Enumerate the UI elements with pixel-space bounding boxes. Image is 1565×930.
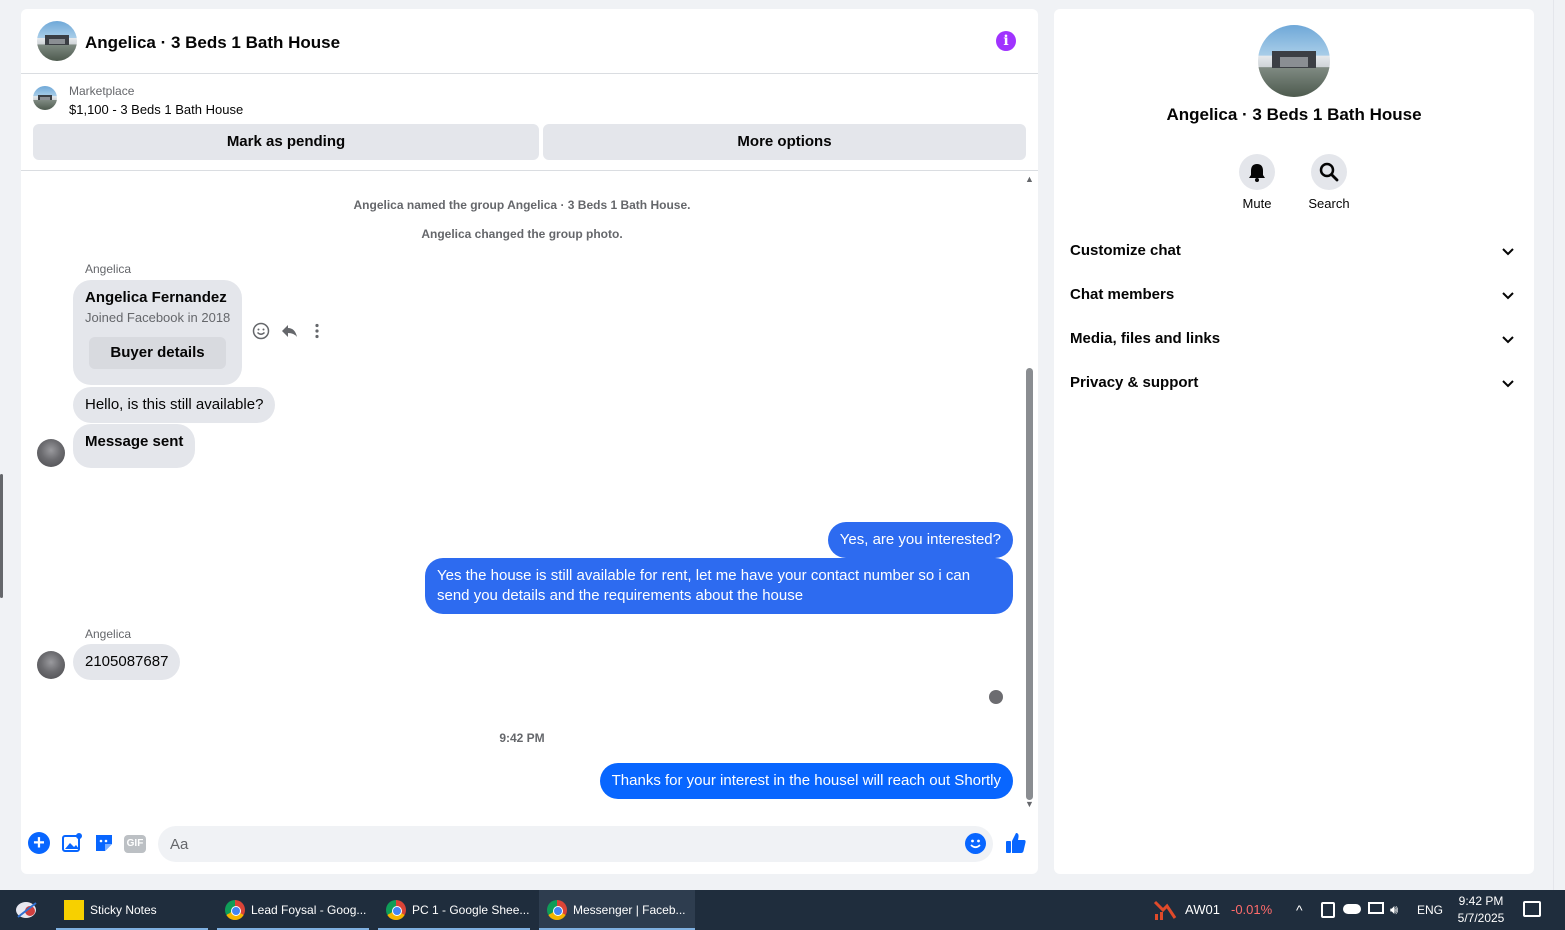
message-composer: + GIF <box>21 821 1038 874</box>
section-label: Media, files and links <box>1070 330 1221 347</box>
section-chat-members[interactable]: Chat members <box>1070 273 1518 317</box>
chevron-down-icon <box>1498 241 1518 261</box>
taskbar-label: PC 1 - Google Shee... <box>412 903 530 917</box>
taskbar-chrome-pc1[interactable]: PC 1 - Google Shee... <box>378 890 530 930</box>
chat-panel: Angelica · 3 Beds 1 Bath House i Marketp… <box>21 9 1038 874</box>
sender-avatar[interactable] <box>37 651 65 679</box>
search-button[interactable]: Search <box>1299 154 1359 211</box>
incoming-message[interactable]: 2105087687 <box>73 644 181 680</box>
clock-date: 5/7/2025 <box>1457 911 1505 925</box>
outgoing-message[interactable]: Thanks for your interest in the housel w… <box>599 763 1013 799</box>
buyer-card: Angelica Fernandez Joined Facebook in 20… <box>73 280 242 385</box>
incoming-message[interactable]: Hello, is this still available? <box>73 387 276 423</box>
gif-icon[interactable]: GIF <box>124 835 146 853</box>
chat-title[interactable]: Angelica · 3 Beds 1 Bath House <box>85 33 340 53</box>
chevron-down-icon <box>1498 285 1518 305</box>
search-icon <box>1311 154 1347 190</box>
stock-symbol[interactable]: AW01 <box>1185 890 1220 930</box>
chevron-up-icon[interactable]: ^ <box>1296 890 1303 930</box>
sticker-icon[interactable] <box>93 832 115 854</box>
read-receipt-avatar <box>989 690 1003 704</box>
taskbar-label: Sticky Notes <box>90 903 157 917</box>
thumbs-up-icon[interactable] <box>1004 831 1028 855</box>
mute-button[interactable]: Mute <box>1227 154 1287 211</box>
message-timestamp: 9:42 PM <box>499 731 545 745</box>
section-label: Customize chat <box>1070 242 1181 259</box>
react-icon[interactable] <box>251 322 271 342</box>
buyer-name: Angelica Fernandez <box>85 289 227 306</box>
system-message: Angelica changed the group photo. <box>421 227 623 241</box>
mute-label: Mute <box>1242 196 1272 211</box>
plus-icon[interactable]: + <box>28 832 50 854</box>
sender-name: Angelica <box>85 262 132 276</box>
chrome-icon <box>386 900 406 920</box>
scrollbar-thumb[interactable] <box>1026 368 1033 800</box>
section-label: Privacy & support <box>1070 374 1199 391</box>
network-icon[interactable] <box>1368 902 1384 914</box>
info-panel-title: Angelica · 3 Beds 1 Bath House <box>1166 105 1422 124</box>
chrome-icon <box>547 900 567 920</box>
system-clock[interactable]: 9:42 PM 5/7/2025 <box>1453 893 1509 927</box>
outgoing-message[interactable]: Yes the house is still available for ren… <box>425 558 1013 614</box>
scroll-up-icon[interactable]: ▲ <box>1025 174 1034 184</box>
outgoing-message[interactable]: Yes, are you interested? <box>827 522 1013 558</box>
section-media-files-links[interactable]: Media, files and links <box>1070 317 1518 361</box>
start-icon[interactable] <box>14 899 40 921</box>
language-indicator[interactable]: ENG <box>1417 890 1443 930</box>
volume-icon[interactable]: 🔊︎ <box>1390 890 1398 930</box>
taskbar-chrome-messenger[interactable]: Messenger | Faceb... <box>539 890 695 930</box>
left-edge-handle <box>0 474 3 598</box>
more-icon[interactable] <box>307 322 327 342</box>
message-input[interactable] <box>158 826 993 862</box>
taskbar-label: Messenger | Faceb... <box>573 903 686 917</box>
taskbar-label: Lead Foysal - Goog... <box>251 903 367 917</box>
chevron-down-icon <box>1498 329 1518 349</box>
section-privacy-support[interactable]: Privacy & support <box>1070 361 1518 405</box>
incoming-message[interactable]: Message sent <box>73 424 196 468</box>
listing-price-title[interactable]: $1,100 - 3 Beds 1 Bath House <box>69 102 243 117</box>
listing-source: Marketplace <box>69 84 135 98</box>
messages-scrollbar[interactable]: ▲ ▼ <box>1023 172 1036 812</box>
taskbar: Sticky Notes Lead Foysal - Goog... PC 1 … <box>0 890 1565 930</box>
listing-thumbnail[interactable] <box>33 86 57 110</box>
mark-as-pending-button[interactable]: Mark as pending <box>33 124 539 160</box>
buyer-details-button[interactable]: Buyer details <box>89 337 226 369</box>
search-label: Search <box>1308 196 1350 211</box>
browser-scrollbar[interactable] <box>1553 0 1565 890</box>
stock-chart-icon[interactable] <box>1153 898 1177 922</box>
taskbar-sticky-notes[interactable]: Sticky Notes <box>56 890 208 930</box>
notifications-icon[interactable] <box>1523 901 1541 917</box>
marketplace-listing-bar: Marketplace $1,100 - 3 Beds 1 Bath House… <box>21 75 1038 171</box>
clock-time: 9:42 PM <box>1458 894 1504 908</box>
scroll-down-icon[interactable]: ▼ <box>1025 799 1034 809</box>
group-avatar[interactable] <box>37 21 77 61</box>
photo-icon[interactable] <box>61 832 83 854</box>
stock-change: -0.01% <box>1231 902 1273 917</box>
meet-icon[interactable] <box>1321 902 1335 918</box>
chat-info-panel: Angelica · 3 Beds 1 Bath House Mute Sear… <box>1054 9 1534 874</box>
chrome-icon <box>225 900 245 920</box>
sender-avatar[interactable] <box>37 439 65 467</box>
chevron-down-icon <box>1498 373 1518 393</box>
more-options-button[interactable]: More options <box>543 124 1026 160</box>
sticky-notes-icon <box>64 900 84 920</box>
cloud-icon[interactable] <box>1343 904 1361 914</box>
emoji-icon[interactable] <box>965 833 986 854</box>
section-label: Chat members <box>1070 286 1175 303</box>
system-message: Angelica named the group Angelica · 3 Be… <box>353 198 691 212</box>
info-icon[interactable]: i <box>996 31 1016 51</box>
group-photo[interactable] <box>1258 25 1330 97</box>
taskbar-chrome-lead-foysal[interactable]: Lead Foysal - Goog... <box>217 890 369 930</box>
section-customize-chat[interactable]: Customize chat <box>1070 229 1518 273</box>
sender-name: Angelica <box>85 627 132 641</box>
buyer-joined: Joined Facebook in 2018 <box>85 310 231 325</box>
chat-header: Angelica · 3 Beds 1 Bath House i <box>21 9 1038 74</box>
reply-icon[interactable] <box>279 322 299 342</box>
bell-icon <box>1239 154 1275 190</box>
